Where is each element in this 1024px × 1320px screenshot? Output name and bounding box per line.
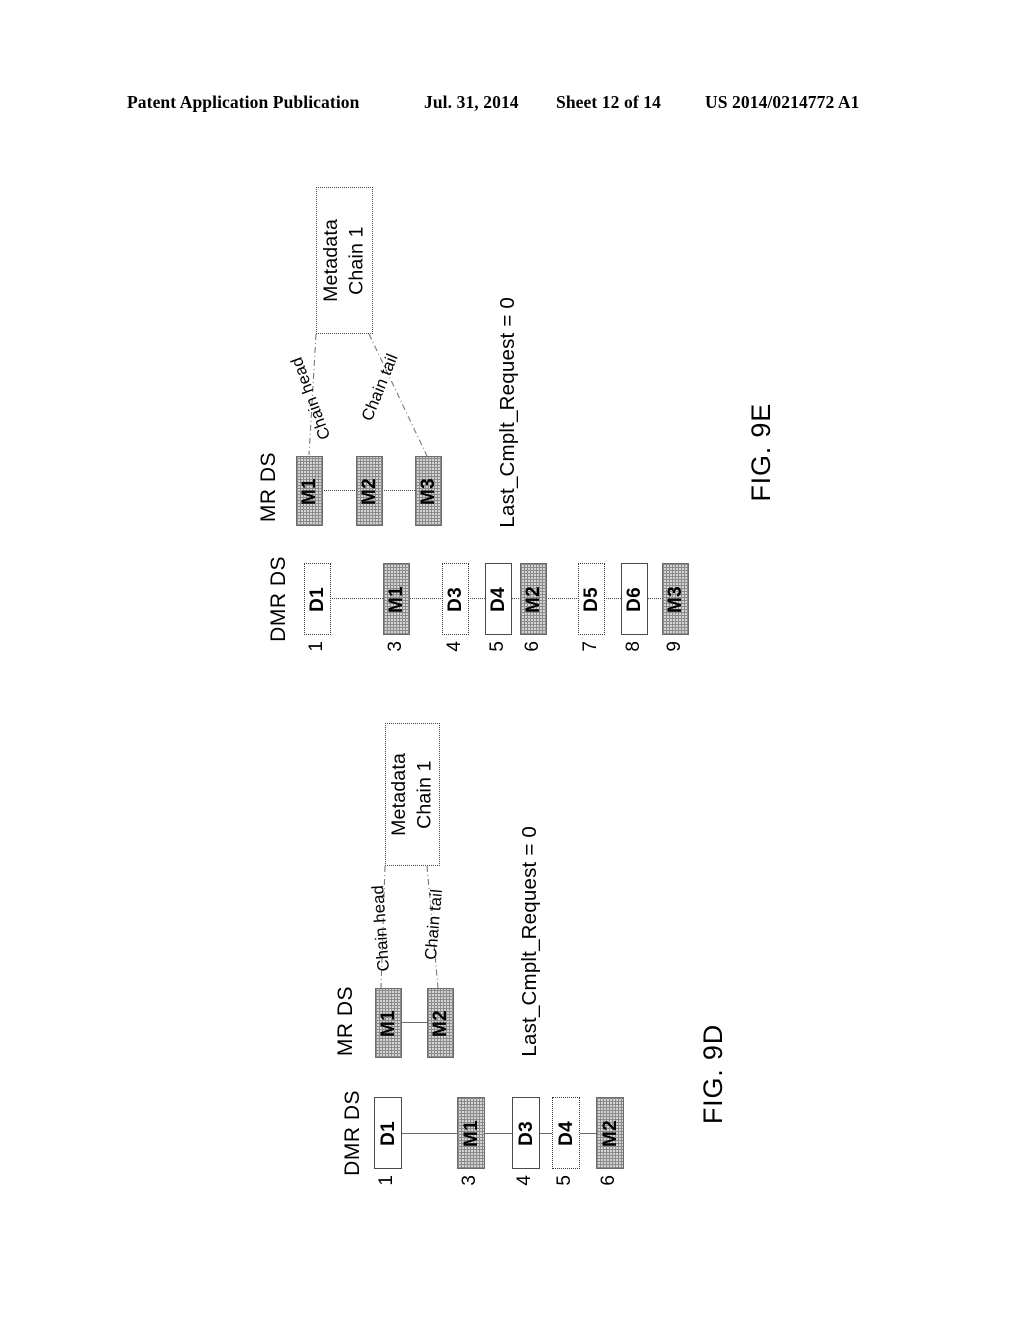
last-cmplt-request-label: Last_Cmplt_Request = 0 [518,826,541,1057]
dmr-ds-index-3: 3 [459,1175,480,1186]
mr-ds-cell-m1: M1 [375,988,402,1058]
figure-9d-label: FIG. 9D [698,1024,728,1125]
header-sheet-text: Sheet 12 of 14 [556,91,661,112]
dmr-ds-cell-4: D3 [442,563,469,635]
mr-ds-cell-m2: M2 [427,988,454,1058]
dmr-ds-index-5: 5 [554,1175,575,1186]
header-date-text: Jul. 31, 2014 [424,91,519,112]
dmr-ds-cell-1: D1 [304,563,331,635]
dmr-ds-index-4: 4 [514,1175,535,1186]
header-patent-number: US 2014/0214772 A1 [705,91,860,112]
dmr-ds-index-1: 1 [376,1175,397,1186]
dmr-ds-cell-3: M1 [383,563,410,635]
dmr-ds-cell-3: M1 [457,1097,485,1169]
figure-9e-label: FIG. 9E [746,403,776,502]
dmr-ds-row-label: DMR DS [267,556,290,642]
metadata-chain-text: Metadata Chain 1 [388,753,436,836]
dmr-ds-cell-5: D4 [485,563,512,635]
last-cmplt-request-label: Last_Cmplt_Request = 0 [496,297,519,528]
dmr-ds-index-3: 3 [385,641,406,652]
chain-head-label: Chain head [369,884,393,972]
dmr-ds-cell-9: M3 [662,563,689,635]
dmr-ds-cell-1: D1 [374,1097,402,1169]
mr-ds-row-label: MR DS [257,452,280,523]
mr-ds-cell-m1: M1 [296,456,323,526]
chain-head-label: Chain head [287,354,335,442]
header-publication-text: Patent Application Publication [127,91,360,112]
dmr-ds-index-9: 9 [664,641,685,652]
dmr-ds-cell-5: D4 [552,1097,580,1169]
dmr-ds-connector [389,1133,616,1134]
dmr-ds-cell-6: M2 [596,1097,624,1169]
dmr-ds-index-7: 7 [580,641,601,652]
dmr-ds-index-1: 1 [306,641,327,652]
dmr-ds-index-5: 5 [487,641,508,652]
dmr-ds-index-4: 4 [444,641,465,652]
dmr-ds-index-6: 6 [598,1175,619,1186]
dmr-ds-cell-8: D6 [621,563,648,635]
dmr-ds-index-6: 6 [522,641,543,652]
metadata-chain-box: Metadata Chain 1 [385,723,440,866]
chain-tail-label: Chain tail [358,351,402,424]
publication-header: Patent Application Publication Jul. 31, … [0,88,1024,116]
dmr-ds-row-label: DMR DS [341,1090,364,1176]
dmr-ds-cell-7: D5 [578,563,605,635]
chain-tail-label: Chain tail [421,888,447,961]
dmr-ds-cell-4: D3 [512,1097,540,1169]
metadata-chain-box: Metadata Chain 1 [316,187,373,334]
mr-ds-cell-m2: M2 [356,456,383,526]
mr-ds-row-label: MR DS [334,986,357,1057]
dmr-ds-cell-6: M2 [520,563,547,635]
mr-ds-cell-m3: M3 [415,456,442,526]
metadata-chain-text: Metadata Chain 1 [320,219,368,302]
dmr-ds-index-8: 8 [623,641,644,652]
